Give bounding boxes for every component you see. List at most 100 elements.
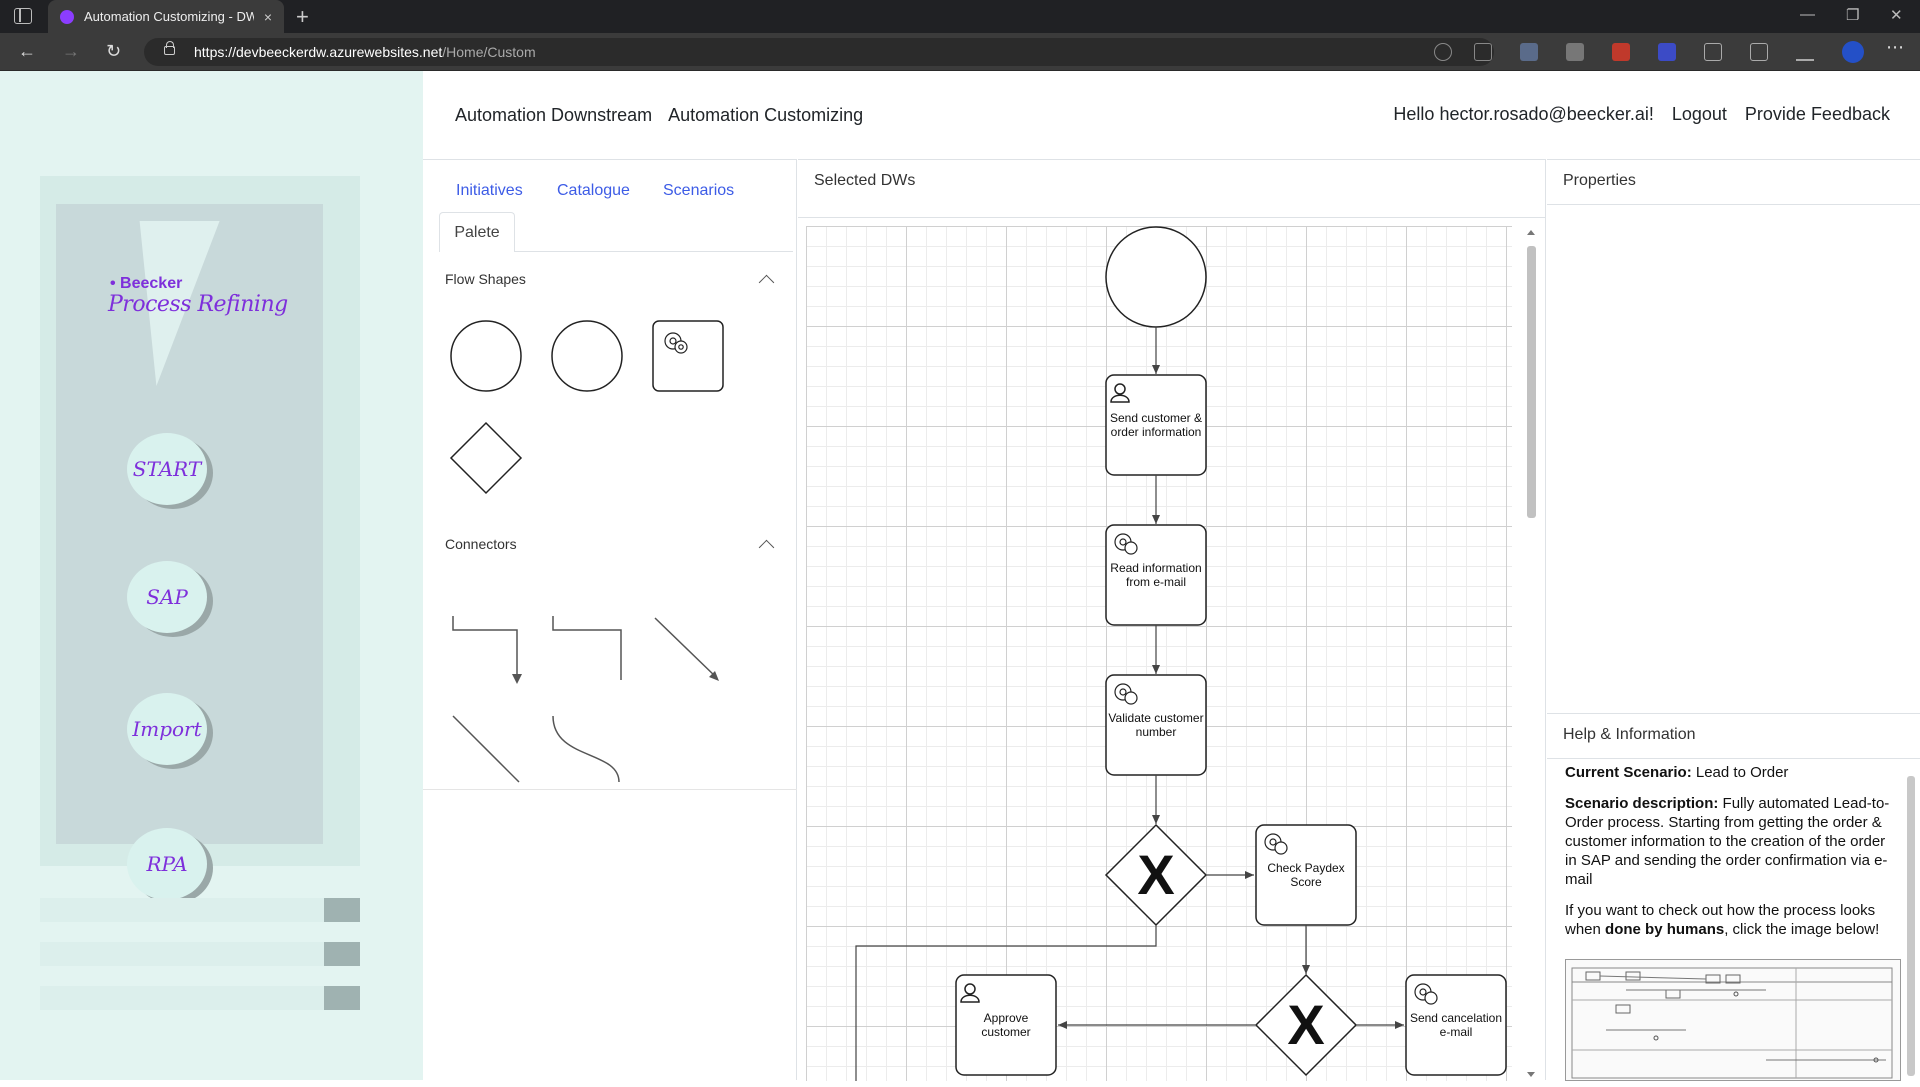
gateway-shape[interactable]	[449, 421, 523, 495]
slider-2[interactable]	[40, 942, 360, 966]
close-tab-icon[interactable]: ×	[264, 9, 272, 25]
forward-icon[interactable]: →	[62, 41, 80, 62]
check-text-post: , click the image below!	[1724, 921, 1880, 938]
scrollbar-thumb[interactable]	[1527, 246, 1536, 518]
task-label: from e-mail	[1126, 575, 1186, 589]
rpa-button[interactable]: RPA	[127, 828, 207, 900]
download-icon[interactable]	[1796, 43, 1814, 61]
end-event-shape[interactable]	[551, 320, 623, 392]
task-label: Send customer &	[1110, 411, 1202, 425]
task-label: customer	[981, 1025, 1030, 1039]
logout-link[interactable]: Logout	[1672, 104, 1727, 125]
url-host: https://devbeeckerdw.azurewebsites.net	[194, 44, 443, 60]
service-task-shape[interactable]	[652, 320, 724, 392]
slider-1[interactable]	[40, 898, 360, 922]
scroll-down-icon[interactable]	[1527, 1072, 1535, 1077]
canvas-title: Selected DWs	[814, 172, 916, 189]
task-label: Score	[1290, 875, 1322, 889]
brand-title: Process Refining	[108, 292, 288, 317]
import-button[interactable]: Import	[127, 693, 207, 765]
thumbnail-diagram-icon	[1571, 967, 1893, 1079]
start-event[interactable]	[1105, 226, 1207, 328]
tab-list-icon[interactable]	[14, 8, 32, 24]
slider-3[interactable]	[40, 986, 360, 1010]
help-scrollbar[interactable]	[1905, 762, 1917, 1081]
task-label: Validate customer	[1108, 711, 1203, 725]
scenario-label: Current Scenario:	[1565, 764, 1692, 781]
scroll-up-icon[interactable]	[1527, 230, 1535, 235]
help-body: Current Scenario: Lead to Order Scenario…	[1565, 763, 1900, 951]
page: • Beecker Process Refining START SAP Imp…	[0, 71, 1920, 1081]
start-button[interactable]: START	[127, 433, 207, 505]
task-label: Approve	[984, 1011, 1029, 1025]
task-label: Send cancelation	[1410, 1011, 1502, 1025]
tab-initiatives[interactable]: Initiatives	[456, 182, 523, 200]
task-label: number	[1136, 725, 1177, 739]
url-path: /Home/Custom	[442, 44, 536, 60]
brand-small: • Beecker	[110, 275, 183, 292]
back-icon[interactable]: ←	[18, 41, 36, 62]
task-label: Read information	[1110, 561, 1201, 575]
connector-curved-line[interactable]	[552, 715, 620, 783]
tab-title: Automation Customizing - DW	[84, 9, 254, 24]
tools-tabs: Initiatives Catalogue Scenarios Palete	[423, 160, 797, 260]
extensions-icon[interactable]	[1704, 43, 1722, 61]
top-header: Automation Downstream Automation Customi…	[423, 71, 1920, 159]
reload-icon[interactable]: ↻	[106, 41, 121, 62]
nav-automation-customizing[interactable]: Automation Customizing	[668, 105, 863, 126]
diagram-canvas[interactable]: Send customer & order information Read i…	[806, 226, 1512, 1081]
help-title: Help & Information	[1563, 726, 1696, 743]
tab-catalogue[interactable]: Catalogue	[557, 182, 630, 200]
extension-copy-icon[interactable]	[1566, 43, 1584, 61]
task-label: order information	[1111, 425, 1202, 439]
bpmn-diagram: Send customer & order information Read i…	[855, 226, 1507, 1081]
tab-palete[interactable]: Palete	[439, 212, 515, 252]
sap-button[interactable]: SAP	[127, 561, 207, 633]
browser-tab[interactable]: Automation Customizing - DW ×	[48, 0, 284, 33]
slider-knob[interactable]	[324, 942, 360, 966]
more-menu-icon[interactable]: ⋯	[1886, 37, 1904, 58]
process-thumbnail-image[interactable]	[1565, 959, 1901, 1081]
start-event-shape[interactable]	[450, 320, 522, 392]
extension-pdf-icon[interactable]	[1612, 43, 1630, 61]
scrollbar-thumb[interactable]	[1907, 776, 1915, 1076]
restore-icon[interactable]: ❐	[1846, 6, 1859, 24]
tools-panel: Initiatives Catalogue Scenarios Palete F…	[423, 159, 797, 1080]
tab-scenarios[interactable]: Scenarios	[663, 182, 734, 200]
extension-shield-icon[interactable]	[1520, 43, 1538, 61]
task-label: Check Paydex	[1267, 861, 1344, 875]
url-input[interactable]: https://devbeeckerdw.azurewebsites.net/H…	[144, 38, 1494, 66]
lock-icon	[164, 41, 175, 55]
slider-knob[interactable]	[324, 898, 360, 922]
left-nav-pane: • Beecker Process Refining START SAP Imp…	[0, 71, 423, 1080]
browser-titlebar: Automation Customizing - DW × + — ❐ ✕	[0, 0, 1920, 33]
user-greeting: Hello hector.rosado@beecker.ai!	[1393, 104, 1654, 124]
gateway-x-icon: X	[1137, 843, 1174, 906]
profile-avatar[interactable]	[1842, 41, 1864, 63]
favorites-icon[interactable]	[1750, 43, 1768, 61]
read-aloud-icon[interactable]	[1434, 43, 1452, 61]
task-label: e-mail	[1440, 1025, 1473, 1039]
properties-panel: Properties	[1547, 159, 1920, 713]
new-tab-button[interactable]: +	[296, 4, 309, 30]
gateway-x-icon: X	[1287, 993, 1324, 1056]
connector-straight-arrow[interactable]	[654, 617, 718, 679]
connector-straight-line[interactable]	[452, 715, 520, 783]
nav-automation-downstream[interactable]: Automation Downstream	[455, 105, 652, 126]
connector-elbow-arrow[interactable]	[452, 616, 518, 680]
canvas-scrollbar[interactable]	[1524, 226, 1538, 1081]
scenario-value: Lead to Order	[1695, 764, 1789, 781]
properties-title: Properties	[1563, 172, 1636, 189]
connector-elbow-line[interactable]	[552, 616, 622, 680]
connectors-title: Connectors	[445, 536, 517, 552]
address-bar: ← → ↻ https://devbeeckerdw.azurewebsites…	[0, 33, 1920, 71]
palette-body: Flow Shapes Connectors	[423, 260, 797, 790]
close-window-icon[interactable]: ✕	[1890, 6, 1903, 24]
slider-knob[interactable]	[324, 986, 360, 1010]
minimize-icon[interactable]: —	[1800, 6, 1815, 23]
extension-grid-icon[interactable]	[1658, 43, 1676, 61]
favorite-add-icon[interactable]	[1474, 43, 1492, 61]
help-panel: Help & Information Current Scenario: Lea…	[1547, 713, 1920, 1081]
provide-feedback-link[interactable]: Provide Feedback	[1745, 104, 1890, 125]
check-text-bold: done by humans	[1605, 921, 1725, 938]
